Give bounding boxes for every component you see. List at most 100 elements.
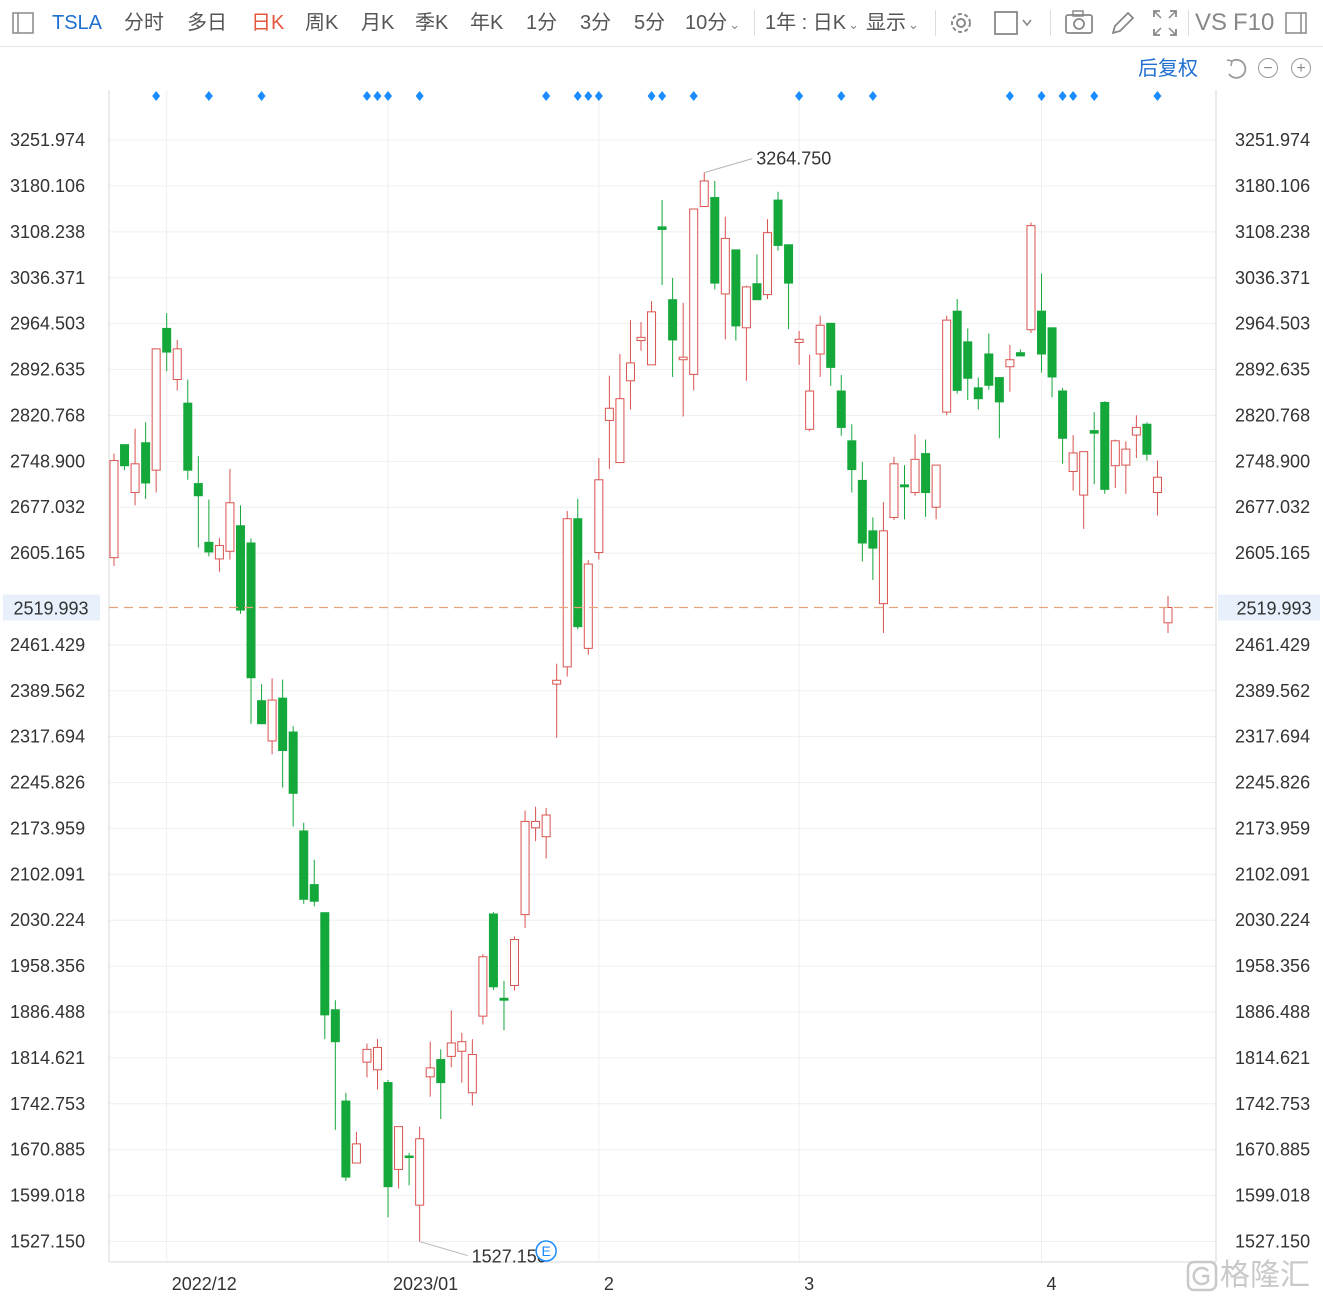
candle-body: [552, 679, 562, 685]
candle-body: [604, 407, 614, 421]
y-tick-left: 2030.224: [10, 910, 85, 930]
y-tick-right: 2173.959: [1235, 818, 1310, 838]
candle-body: [278, 697, 288, 752]
candle-body: [299, 830, 309, 900]
candle: [1068, 435, 1078, 491]
candle: [214, 537, 224, 572]
candle: [520, 810, 530, 929]
candle: [373, 1039, 382, 1090]
candle: [141, 422, 151, 499]
candle: [1089, 412, 1099, 485]
candle-body: [1005, 359, 1015, 368]
event-letter: E: [541, 1243, 550, 1259]
candle: [562, 511, 572, 677]
y-tick-right: 2461.429: [1235, 635, 1310, 655]
candle: [668, 277, 678, 377]
candle-body: [109, 460, 119, 559]
candle-body: [836, 390, 846, 428]
candle: [1100, 401, 1110, 494]
candle-body: [1142, 423, 1152, 455]
candle: [467, 1039, 477, 1106]
candle-body: [457, 1041, 467, 1052]
high-price-label: 3264.750: [756, 149, 831, 169]
candle-body: [404, 1155, 414, 1158]
y-tick-right: 1599.018: [1235, 1186, 1310, 1206]
candle-body: [531, 820, 541, 829]
y-tick-left: 2461.429: [10, 635, 85, 655]
candle: [657, 200, 667, 286]
candle-body: [141, 442, 151, 484]
event-diamond: [689, 91, 698, 101]
candle-body: [1131, 426, 1141, 436]
candle-body: [351, 1143, 361, 1164]
candle: [847, 424, 857, 493]
candle: [330, 1000, 340, 1130]
candle: [183, 379, 193, 480]
candle: [741, 285, 751, 381]
candle: [1015, 349, 1025, 357]
candle-body: [868, 530, 878, 549]
event-diamond: [658, 91, 667, 101]
candle: [615, 353, 625, 464]
candle: [573, 498, 583, 630]
candle-body: [1068, 452, 1078, 472]
candle-body: [183, 402, 193, 471]
candle-body: [235, 525, 245, 611]
candle: [309, 859, 319, 907]
candle-body: [394, 1126, 404, 1170]
candle: [752, 254, 762, 301]
x-axis: 2022/12 2023/01 2 3 4: [172, 1274, 1057, 1294]
current-price-line: 2519.993 2519.993: [3, 594, 1320, 621]
event-markers: [152, 91, 1162, 101]
candle: [594, 458, 604, 560]
candle: [257, 684, 267, 725]
candlestick-chart[interactable]: 3251.974 3180.106 3108.238 3036.371 2964.503…: [0, 0, 1323, 1304]
candle-body: [752, 283, 762, 301]
candle-body: [615, 398, 625, 464]
candle: [446, 1010, 456, 1068]
candle-body: [225, 502, 235, 552]
candle-body: [309, 884, 319, 902]
candle: [1058, 387, 1068, 464]
event-diamond: [837, 91, 846, 101]
candle: [994, 377, 1004, 439]
candle-body: [910, 458, 920, 494]
candle: [320, 912, 330, 1040]
y-axis-left: 3251.974 3180.106 3108.238 3036.371 2964.503…: [10, 130, 85, 1251]
candle: [647, 300, 657, 366]
candle-body: [193, 483, 203, 497]
candle-body: [288, 731, 298, 794]
earnings-event-marker[interactable]: E: [535, 1240, 557, 1262]
candle-body: [889, 463, 899, 518]
candle: [130, 428, 140, 506]
y-tick-right: 2605.165: [1235, 543, 1310, 563]
candle: [531, 806, 541, 842]
candle-body: [657, 226, 667, 230]
event-diamond: [573, 91, 582, 101]
candle-body: [647, 311, 657, 366]
candle: [910, 434, 920, 496]
candle: [773, 191, 783, 251]
candle-body: [689, 208, 699, 375]
candle-body: [878, 530, 888, 605]
candle-body: [341, 1100, 351, 1178]
y-tick-left: 2389.562: [10, 681, 85, 701]
candle: [109, 453, 119, 566]
y-tick-right: 1814.621: [1235, 1048, 1310, 1068]
event-diamond: [1069, 91, 1078, 101]
candle-body: [678, 356, 688, 361]
candle-body: [383, 1082, 393, 1188]
y-tick-left: 2245.826: [10, 773, 85, 793]
candle-body: [1100, 402, 1110, 490]
candle: [151, 348, 161, 493]
y-tick-left: 2748.900: [10, 451, 85, 471]
candle-body: [699, 180, 709, 207]
y-tick-left: 1886.488: [10, 1002, 85, 1022]
candle: [604, 375, 614, 469]
candle-body: [499, 997, 509, 1001]
event-diamond: [257, 91, 266, 101]
candle: [510, 936, 520, 991]
y-tick-left: 2317.694: [10, 727, 85, 747]
candle: [1142, 422, 1152, 461]
candle-body: [214, 545, 224, 560]
